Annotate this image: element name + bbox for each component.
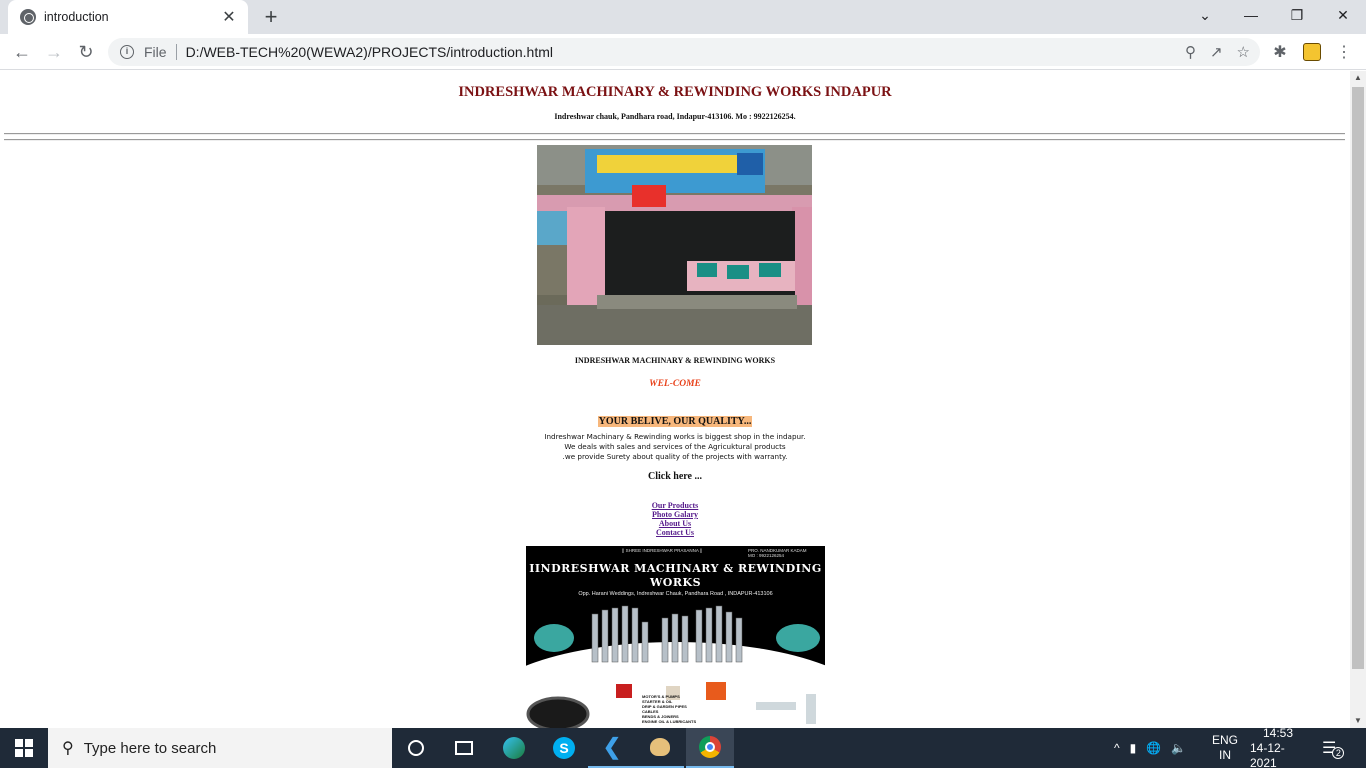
system-tray: ^ ▮ 🌐 🔈 xyxy=(1114,728,1186,768)
scroll-up-arrow-icon[interactable]: ▲ xyxy=(1350,71,1366,85)
notification-center-icon[interactable]: ☰ 2 xyxy=(1322,728,1345,768)
menu-kebab-icon[interactable]: ⋮ xyxy=(1330,38,1358,66)
link-our-products[interactable]: Our Products xyxy=(0,501,1350,510)
page-address: Indreshwar chauk, Pandhara road, Indapur… xyxy=(554,112,796,121)
windows-taskbar: ⚲ Type here to search S ❮ ^ ▮ 🌐 🔈 ENG IN… xyxy=(0,725,1366,770)
edge-icon[interactable] xyxy=(490,728,538,768)
extensions-icon[interactable]: ✱ xyxy=(1266,38,1294,66)
banner-title: IINDRESHWAR MACHINARY & REWINDING WORKS xyxy=(526,562,825,590)
divider-top xyxy=(4,133,1345,135)
slogan-row: YOUR BELIVE, OUR QUALITY... xyxy=(0,411,1350,429)
taskbar-search-placeholder: Type here to search xyxy=(83,739,217,757)
forward-icon[interactable]: → xyxy=(40,38,68,66)
omnibox-separator xyxy=(175,44,177,60)
clock[interactable]: 14:53 14-12-2021 xyxy=(1250,725,1306,770)
task-view-icon[interactable] xyxy=(440,728,488,768)
zoom-icon[interactable]: ⚲ xyxy=(1185,43,1196,61)
globe-icon xyxy=(20,9,36,25)
divider-bottom xyxy=(4,139,1345,141)
network-globe-icon[interactable]: 🌐 xyxy=(1146,741,1161,755)
taskbar-search-box[interactable]: ⚲ Type here to search xyxy=(48,728,392,768)
skype-icon[interactable]: S xyxy=(540,728,588,768)
slogan-text: YOUR BELIVE, OUR QUALITY... xyxy=(597,416,753,427)
browser-toolbar: ← → ↻ i File D:/WEB-TECH%20(WEWA2)/PROJE… xyxy=(0,34,1366,70)
banner-list-item: ENGINE OIL & LUBRICANTS xyxy=(642,719,697,724)
avatar-icon xyxy=(1303,43,1321,61)
page-title: INDRESHWAR MACHINARY & REWINDING WORKS I… xyxy=(458,84,892,100)
description-line: Indreshwar Machinary & Rewinding works i… xyxy=(544,432,806,441)
scroll-down-arrow-icon[interactable]: ▼ xyxy=(1350,714,1366,728)
tab-introduction[interactable]: introduction ✕ xyxy=(8,0,248,34)
profile-avatar[interactable] xyxy=(1298,38,1326,66)
url-text[interactable]: D:/WEB-TECH%20(WEWA2)/PROJECTS/introduct… xyxy=(186,44,553,60)
shop-banner-image: || SHREE INDRESHWAR PRASANNA || PRO. NAN… xyxy=(526,546,825,728)
new-tab-button[interactable]: + xyxy=(258,4,284,30)
scrollbar-thumb[interactable] xyxy=(1352,87,1364,669)
tab-title: introduction xyxy=(44,10,109,24)
banner-title-line: WORKS xyxy=(649,576,702,589)
click-here-label: Click here ... xyxy=(648,471,702,482)
nav-links: Our Products Photo Galary About Us Conta… xyxy=(0,501,1350,537)
notification-count: 2 xyxy=(1332,747,1345,759)
description-line: We deals with sales and services of the … xyxy=(564,442,786,451)
link-photo-galary[interactable]: Photo Galary xyxy=(0,510,1350,519)
banner-title-line: IINDRESHWAR MACHINARY & REWINDING xyxy=(529,562,822,575)
banner-address: Opp. Harani Weddings, Indreshwar Chauk, … xyxy=(578,591,773,597)
shop-subtitle: INDRESHWAR MACHINARY & REWINDING WORKS xyxy=(574,356,776,365)
bookmark-star-icon[interactable]: ☆ xyxy=(1237,43,1250,61)
vertical-scrollbar[interactable]: ▲ ▼ xyxy=(1350,71,1366,728)
shop-photo xyxy=(537,145,812,345)
tab-strip: introduction ✕ + ⌄ — ❐ ✕ xyxy=(0,0,1366,34)
start-button[interactable] xyxy=(0,728,48,768)
link-about-us[interactable]: About Us xyxy=(0,519,1350,528)
paint-icon[interactable] xyxy=(636,728,684,768)
show-hidden-icons-icon[interactable]: ^ xyxy=(1114,741,1120,755)
description-line: .we provide Surety about quality of the … xyxy=(562,452,788,461)
back-icon[interactable]: ← xyxy=(8,38,36,66)
file-label: File xyxy=(144,44,167,60)
cortana-icon[interactable] xyxy=(392,728,440,768)
close-window-button[interactable]: ✕ xyxy=(1320,0,1366,30)
clock-time: 14:53 xyxy=(1262,725,1294,740)
region-code: IN xyxy=(1219,748,1231,762)
close-tab-icon[interactable]: ✕ xyxy=(220,7,238,27)
share-icon[interactable]: ↗ xyxy=(1210,43,1223,61)
minimize-button[interactable]: — xyxy=(1228,0,1274,30)
tab-search-icon[interactable]: ⌄ xyxy=(1182,0,1228,30)
language-indicator[interactable]: ENG IN xyxy=(1212,728,1238,768)
vscode-icon[interactable]: ❮ xyxy=(588,728,636,768)
banner-product-list: MOTOR'S & PUMPS STARTER & OIL DRIP & GAR… xyxy=(642,694,696,724)
shop-photo-illustration xyxy=(537,145,812,345)
battery-icon[interactable]: ▮ xyxy=(1130,741,1137,755)
description: Indreshwar Machinary & Rewinding works i… xyxy=(0,432,1350,462)
info-icon[interactable]: i xyxy=(120,45,134,59)
search-icon: ⚲ xyxy=(62,740,74,757)
chrome-icon[interactable] xyxy=(686,728,734,768)
restore-button[interactable]: ❐ xyxy=(1274,0,1320,30)
address-bar[interactable]: i File D:/WEB-TECH%20(WEWA2)/PROJECTS/in… xyxy=(108,38,1260,66)
page-viewport: INDRESHWAR MACHINARY & REWINDING WORKS I… xyxy=(0,71,1350,728)
banner-blessing: || SHREE INDRESHWAR PRASANNA || xyxy=(622,548,703,553)
link-contact-us[interactable]: Contact Us xyxy=(0,528,1350,537)
clock-date: 14-12-2021 xyxy=(1250,740,1285,770)
reload-icon[interactable]: ↻ xyxy=(72,38,100,66)
windows-logo-icon xyxy=(15,739,33,757)
welcome-text: WEL-COME xyxy=(649,379,701,389)
language-code: ENG xyxy=(1212,733,1239,747)
volume-icon[interactable]: 🔈 xyxy=(1171,741,1186,755)
banner-mobile: MO : 9922126254 xyxy=(748,553,785,558)
